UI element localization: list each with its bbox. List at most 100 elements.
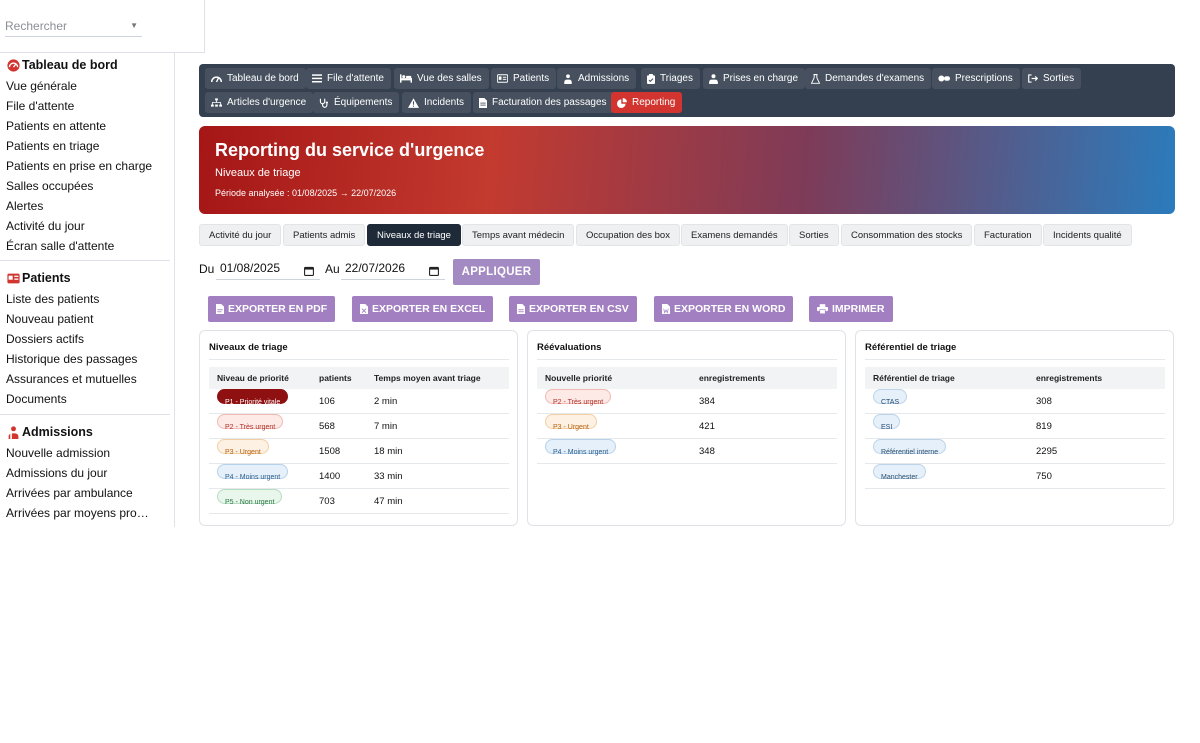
nav-label: Prescriptions [955,73,1013,84]
id-card-icon [497,74,508,83]
sidebar-item-new-admission[interactable]: Nouvelle admission [0,443,168,463]
nav-exam-requests[interactable]: Demandes d'examens [805,68,932,89]
export-csv-button[interactable]: EXPORTER EN CSV [509,296,637,322]
tab-billing[interactable]: Facturation [974,224,1042,246]
tab-exams-requested[interactable]: Examens demandés [681,224,788,246]
nav-queue[interactable]: File d'attente [306,68,391,89]
sidebar-item-alerts[interactable]: Alertes [0,196,168,216]
nav-exits[interactable]: Sorties [1022,68,1082,89]
sidebar-item-care-patients[interactable]: Patients en prise en charge [0,156,168,176]
sidebar-item-active-files[interactable]: Dossiers actifs [0,329,168,349]
nav-rooms[interactable]: Vue des salles [394,68,489,89]
sidebar-item-new-patient[interactable]: Nouveau patient [0,309,168,329]
search-placeholder: Rechercher [5,19,68,33]
triage-levels-card: Niveaux de triage Niveau de priorité pat… [199,330,518,526]
nav-billing[interactable]: Facturation des passages [473,92,614,113]
sidebar-item-documents[interactable]: Documents [0,389,168,409]
tab-time-before-doctor[interactable]: Temps avant médecin [462,224,575,246]
sidebar-item-patient-list[interactable]: Liste des patients [0,289,168,309]
tab-triage-levels[interactable]: Niveaux de triage [367,224,461,246]
records-count: 384 [699,396,715,407]
tab-stock-consumption[interactable]: Consommation des stocks [841,224,973,246]
sidebar-section-dashboard: Tableau de bord Vue générale File d'atte… [0,55,170,256]
nav-label: Vue des salles [417,73,482,84]
nav-admissions[interactable]: Admissions [557,68,637,89]
column-header: enregistrements [699,373,766,383]
print-button[interactable]: IMPRIMER [809,296,893,322]
to-date-input[interactable]: 22/07/2026 [341,258,445,280]
nav-incidents[interactable]: Incidents [402,92,472,113]
sidebar-item-rooms[interactable]: Salles occupées [0,176,168,196]
table-header: Niveau de priorité patients Temps moyen … [209,367,509,389]
sidebar-item-waiting-patients[interactable]: Patients en attente [0,116,168,136]
column-header: Nouvelle priorité [545,373,613,383]
nav-label: Patients [513,73,550,84]
nav-prescriptions[interactable]: Prescriptions [932,68,1020,89]
sidebar: Tableau de bord Vue générale File d'atte… [0,0,175,527]
sidebar-item-own-means-arrivals[interactable]: Arrivées par moyens pro… [0,503,168,523]
sidebar-item-triage-patients[interactable]: Patients en triage [0,136,168,156]
chevron-down-icon[interactable]: ▼ [130,16,138,36]
sidebar-item-ambulance-arrivals[interactable]: Arrivées par ambulance [0,483,168,503]
search-input[interactable]: Rechercher ▼ [5,16,142,37]
tab-exits[interactable]: Sorties [789,224,839,246]
apply-button[interactable]: APPLIQUER [453,259,540,285]
table-row: Manchester 750 [865,464,1165,489]
sidebar-item-insurance[interactable]: Assurances et mutuelles [0,369,168,389]
page-subtitle: Niveaux de triage [215,167,301,179]
stethoscope-icon [319,98,329,108]
export-word-button[interactable]: EXPORTER EN WORD [654,296,794,322]
sidebar-heading-admissions[interactable]: Admissions [0,422,170,442]
clipboard-check-icon [647,73,655,84]
calendar-icon[interactable] [429,262,439,282]
table-row: P1 - Priorité vitale 106 2 min [209,389,509,414]
nav-dashboard[interactable]: Tableau de bord [205,68,306,89]
print-icon [817,304,828,314]
sidebar-divider [0,414,170,415]
sidebar-section-patients: Patients Liste des patients Nouveau pati… [0,268,170,409]
from-date-value: 01/08/2025 [220,261,281,275]
records-count: 308 [1036,396,1052,407]
patients-count: 106 [319,396,335,407]
sidebar-item-overview[interactable]: Vue générale [0,76,168,96]
user-injured-icon [563,73,573,84]
tab-daily-activity[interactable]: Activité du jour [199,224,282,246]
export-label: EXPORTER EN WORD [674,303,786,315]
table-row: Référentiel interne 2295 [865,439,1165,464]
card-divider [537,359,837,360]
to-date-value: 22/07/2026 [345,261,406,275]
pills-icon [938,74,950,83]
sidebar-item-waiting-screen[interactable]: Écran salle d'attente [0,236,168,256]
sidebar-item-history[interactable]: Historique des passages [0,349,168,369]
nav-label: Admissions [578,73,630,84]
sidebar-item-daily-activity[interactable]: Activité du jour [0,216,168,236]
export-pdf-button[interactable]: EXPORTER EN PDF [208,296,336,322]
calendar-icon[interactable] [304,262,314,282]
tab-box-occupancy[interactable]: Occupation des box [576,224,680,246]
nav-triages[interactable]: Triages [641,68,700,89]
sidebar-item-queue[interactable]: File d'attente [0,96,168,116]
sidebar-item-today-admissions[interactable]: Admissions du jour [0,463,168,483]
referential-badge: CTAS [873,389,908,406]
nav-equipment[interactable]: Équipements [313,92,400,113]
sidebar-heading-label: Tableau de bord [22,58,118,72]
tab-admitted-patients[interactable]: Patients admis [283,224,366,246]
from-date-input[interactable]: 01/08/2025 [216,258,320,280]
id-card-icon [6,271,20,285]
nav-emergency-items[interactable]: Articles d'urgence [205,92,314,113]
referential-badge: ESI [873,414,901,431]
analysis-period: Période analysée : 01/08/2025 → 22/07/20… [215,188,397,198]
card-title: Réévaluations [537,342,602,353]
sidebar-heading-dashboard[interactable]: Tableau de bord [0,55,170,75]
export-excel-button[interactable]: EXPORTER EN EXCEL [352,296,494,322]
table-row: P2 - Très urgent 568 7 min [209,414,509,439]
sign-out-icon [1028,74,1038,83]
table-row: P5 - Non urgent 703 47 min [209,489,509,514]
sidebar-heading-patients[interactable]: Patients [0,268,170,288]
nav-care[interactable]: Prises en charge [703,68,806,89]
nav-reporting[interactable]: Reporting [611,92,683,113]
nav-patients[interactable]: Patients [491,68,557,89]
file-excel-icon [360,304,368,314]
nav-label: Équipements [334,97,393,108]
tab-quality-incidents[interactable]: Incidents qualité [1043,224,1132,246]
